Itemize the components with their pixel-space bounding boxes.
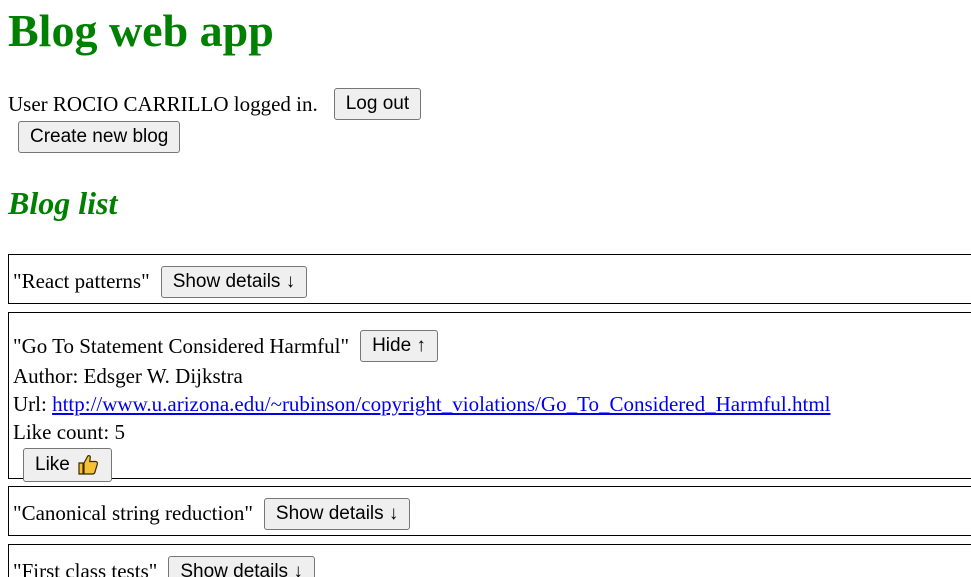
blog-title: "React patterns" <box>13 269 150 293</box>
blog-like-count: Like count: 5 <box>13 420 125 444</box>
blog-title: "Canonical string reduction" <box>13 501 253 525</box>
blog-item: "First class tests" Show details ↓ <box>8 544 971 577</box>
blog-title: "First class tests" <box>13 559 158 577</box>
logout-button[interactable]: Log out <box>333 88 422 120</box>
thumbs-up-icon <box>76 453 100 477</box>
blog-url-label: Url: <box>13 392 53 416</box>
blog-item: "React patterns" Show details ↓ <box>8 254 971 304</box>
hide-details-button[interactable]: Hide ↑ <box>360 330 438 362</box>
blog-title: "Go To Statement Considered Harmful" <box>13 333 350 358</box>
blog-url-line: Url: http://www.u.arizona.edu/~rubinson/… <box>13 390 971 418</box>
like-button-label: Like <box>35 454 70 475</box>
blog-item: "Canonical string reduction" Show detail… <box>8 486 971 536</box>
logged-in-status: User ROCIO CARRILLO logged in. <box>8 91 318 116</box>
blog-list-title: Blog list <box>8 185 118 221</box>
like-button[interactable]: Like <box>23 448 112 482</box>
blog-item-expanded: "Go To Statement Considered Harmful" Hid… <box>8 312 971 482</box>
session-bar: User ROCIO CARRILLO logged in. Log out <box>8 88 422 120</box>
blog-author: Author: Edsger W. Dijkstra <box>13 364 243 388</box>
show-details-button[interactable]: Show details ↓ <box>168 555 315 577</box>
show-details-button[interactable]: Show details ↓ <box>160 265 308 298</box>
blog-url-link[interactable]: http://www.u.arizona.edu/~rubinson/copyr… <box>52 392 830 416</box>
app-title: Blog web app <box>8 5 274 56</box>
show-details-button[interactable]: Show details ↓ <box>263 497 411 530</box>
create-new-blog-button[interactable]: Create new blog <box>18 121 181 153</box>
